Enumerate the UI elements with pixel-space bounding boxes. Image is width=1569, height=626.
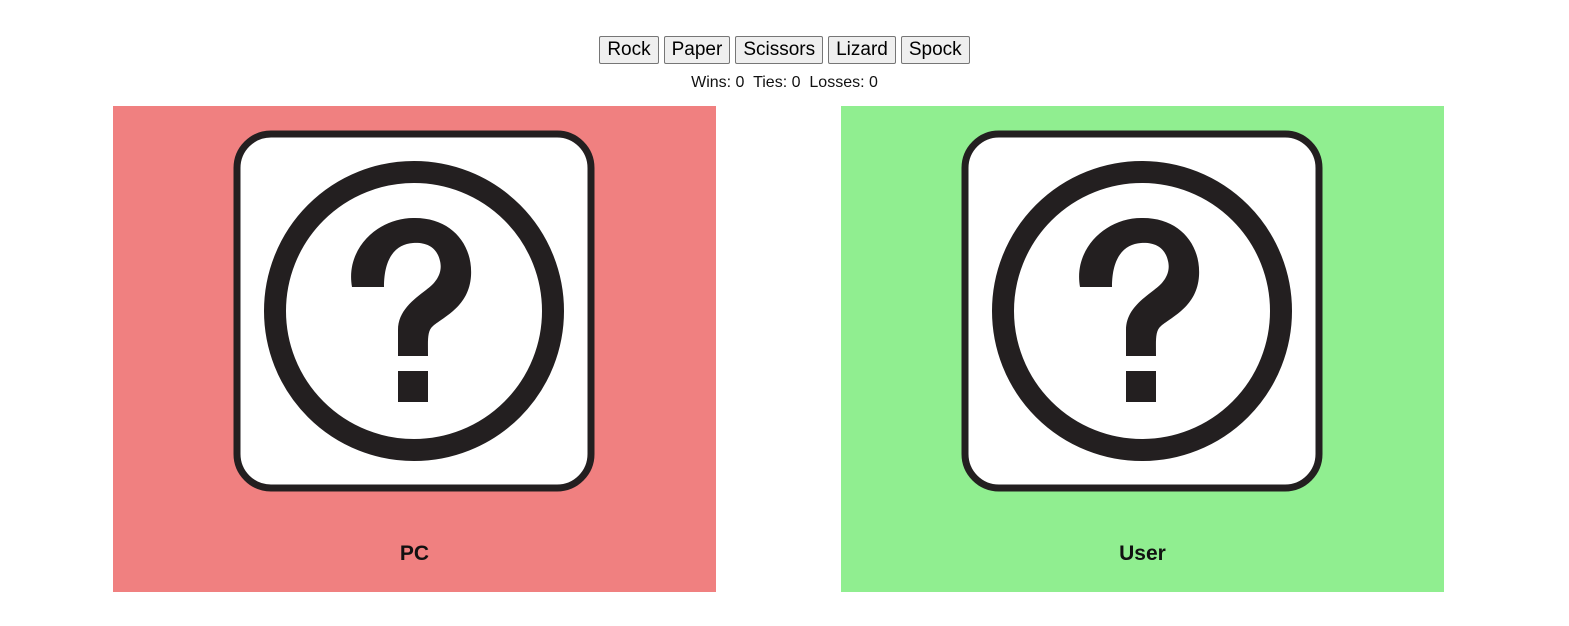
losses-count: 0: [868, 74, 878, 91]
wins-label: Wins:: [691, 74, 732, 91]
pc-panel: PC: [113, 106, 716, 592]
user-label: User: [1119, 542, 1166, 565]
paper-button[interactable]: Paper: [663, 35, 731, 64]
ties-count: 0: [791, 74, 801, 91]
ties-label: Ties:: [753, 74, 788, 91]
rock-button[interactable]: Rock: [599, 35, 659, 64]
score-line: Wins: 0 Ties: 0 Losses: 0: [0, 74, 1569, 92]
pc-label: PC: [399, 542, 430, 565]
losses-label: Losses:: [809, 74, 865, 91]
scissors-button[interactable]: Scissors: [735, 35, 824, 64]
pc-choice-card: [233, 130, 595, 492]
user-panel: User: [841, 106, 1444, 592]
choice-bar: Rock Paper Scissors Lizard Spock: [0, 35, 1569, 64]
question-mark-icon: [961, 130, 1323, 492]
question-mark-icon: [233, 130, 595, 492]
user-choice-card: [961, 130, 1323, 492]
spock-button[interactable]: Spock: [900, 35, 970, 64]
wins-count: 0: [735, 74, 745, 91]
lizard-button[interactable]: Lizard: [828, 35, 896, 64]
